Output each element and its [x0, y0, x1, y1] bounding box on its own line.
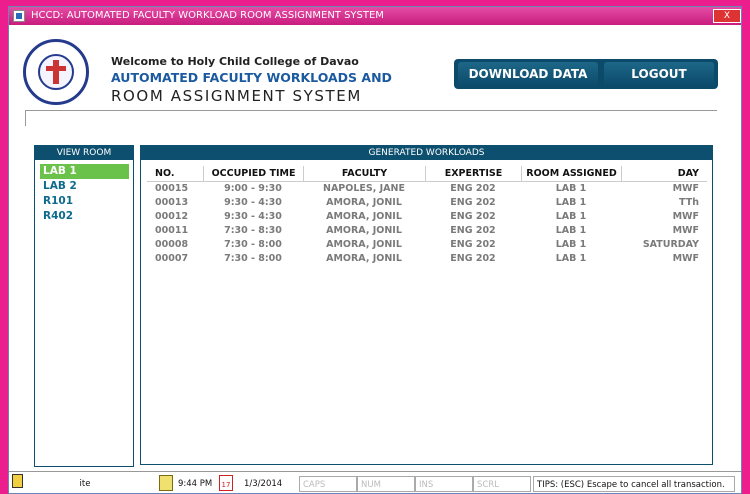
- cell-no: 00008: [155, 239, 189, 250]
- workloads-table: NO. OCCUPIED TIME FACULTY EXPERTISE ROOM…: [147, 166, 707, 266]
- cell-expertise: ENG 202: [450, 183, 496, 194]
- view-room-panel: VIEW ROOM LAB 1 LAB 2 R101 R402: [34, 145, 134, 467]
- cell-room-assigned: LAB 1: [555, 239, 587, 250]
- cell-expertise: ENG 202: [450, 253, 496, 264]
- status-date: 1/3/2014: [244, 479, 283, 489]
- view-room-title: VIEW ROOM: [35, 146, 133, 160]
- title-bar[interactable]: HCCD: AUTOMATED FACULTY WORKLOAD ROOM AS…: [9, 7, 741, 25]
- status-caps: CAPS: [299, 476, 357, 492]
- download-data-button[interactable]: DOWNLOAD DATA: [458, 62, 598, 86]
- header-button-group: DOWNLOAD DATA LOGOUT: [454, 59, 718, 89]
- column-header-day[interactable]: DAY: [621, 166, 707, 181]
- status-ins: INS: [415, 476, 473, 492]
- room-list: LAB 1 LAB 2 R101 R402: [35, 160, 133, 224]
- status-bar: ite 9:44 PM 17 1/3/2014 CAPS NUM INS SCR…: [9, 471, 741, 493]
- column-header-occupied-time[interactable]: OCCUPIED TIME: [203, 166, 303, 181]
- cell-occupied-time: 9:30 - 4:30: [224, 211, 282, 222]
- system-title-line1: AUTOMATED FACULTY WORKLOADS AND: [111, 70, 392, 85]
- clock-icon: [159, 475, 173, 491]
- generated-workloads-panel: GENERATED WORKLOADS NO. OCCUPIED TIME FA…: [140, 145, 713, 465]
- calendar-icon: 17: [219, 475, 233, 491]
- cell-no: 00011: [155, 225, 189, 236]
- table-row[interactable]: 00007 7:30 - 8:00 AMORA, JONIL ENG 202 L…: [147, 252, 707, 266]
- cell-expertise: ENG 202: [450, 211, 496, 222]
- cell-day: MWF: [672, 211, 699, 222]
- cell-no: 00007: [155, 253, 189, 264]
- column-header-no[interactable]: NO.: [147, 166, 203, 181]
- cell-occupied-time: 7:30 - 8:30: [224, 225, 282, 236]
- cell-expertise: ENG 202: [450, 197, 496, 208]
- workloads-title: GENERATED WORKLOADS: [141, 146, 712, 160]
- logout-button[interactable]: LOGOUT: [604, 62, 714, 86]
- cell-day: MWF: [672, 253, 699, 264]
- header-divider: [25, 110, 717, 111]
- logo-cross-bar: [46, 66, 66, 71]
- cell-expertise: ENG 202: [450, 239, 496, 250]
- status-num: NUM: [357, 476, 415, 492]
- table-row[interactable]: 00012 9:30 - 4:30 AMORA, JONIL ENG 202 L…: [147, 210, 707, 224]
- table-row[interactable]: 00015 9:00 - 9:30 NAPOLES, JANE ENG 202 …: [147, 182, 707, 196]
- cell-room-assigned: LAB 1: [555, 197, 587, 208]
- college-logo: [23, 39, 89, 105]
- cell-faculty: AMORA, JONIL: [326, 211, 402, 222]
- system-title-line2: ROOM ASSIGNMENT SYSTEM: [111, 87, 362, 105]
- welcome-text: Welcome to Holy Child College of Davao: [111, 55, 359, 68]
- status-user: ite: [79, 479, 91, 489]
- cell-expertise: ENG 202: [450, 225, 496, 236]
- cell-faculty: AMORA, JONIL: [326, 225, 402, 236]
- taskbar-app-icon[interactable]: [12, 474, 23, 488]
- room-item-r402[interactable]: R402: [40, 209, 129, 224]
- cell-no: 00012: [155, 211, 189, 222]
- cell-faculty: AMORA, JONIL: [326, 239, 402, 250]
- header: Welcome to Holy Child College of Davao A…: [9, 25, 741, 111]
- cell-no: 00015: [155, 183, 189, 194]
- logo-cross-icon: [53, 60, 59, 84]
- cell-occupied-time: 7:30 - 8:00: [224, 253, 282, 264]
- cell-no: 00013: [155, 197, 189, 208]
- status-scrl: SCRL: [473, 476, 531, 492]
- table-header-row: NO. OCCUPIED TIME FACULTY EXPERTISE ROOM…: [147, 166, 707, 182]
- cell-faculty: NAPOLES, JANE: [323, 183, 405, 194]
- cell-day: TTh: [679, 197, 699, 208]
- cell-room-assigned: LAB 1: [555, 183, 587, 194]
- cell-day: MWF: [672, 183, 699, 194]
- window-title: HCCD: AUTOMATED FACULTY WORKLOAD ROOM AS…: [31, 10, 384, 21]
- status-tips: TIPS: (ESC) Escape to cancel all transac…: [533, 476, 735, 492]
- room-item-r101[interactable]: R101: [40, 194, 129, 209]
- cell-room-assigned: LAB 1: [555, 211, 587, 222]
- table-row[interactable]: 00011 7:30 - 8:30 AMORA, JONIL ENG 202 L…: [147, 224, 707, 238]
- status-time: 9:44 PM: [178, 479, 213, 489]
- table-row[interactable]: 00008 7:30 - 8:00 AMORA, JONIL ENG 202 L…: [147, 238, 707, 252]
- room-item-lab1[interactable]: LAB 1: [40, 164, 129, 179]
- cell-occupied-time: 7:30 - 8:00: [224, 239, 282, 250]
- cell-occupied-time: 9:30 - 4:30: [224, 197, 282, 208]
- app-icon: [13, 10, 25, 22]
- cell-day: MWF: [672, 225, 699, 236]
- app-window: HCCD: AUTOMATED FACULTY WORKLOAD ROOM AS…: [8, 6, 742, 494]
- cell-room-assigned: LAB 1: [555, 253, 587, 264]
- table-row[interactable]: 00013 9:30 - 4:30 AMORA, JONIL ENG 202 L…: [147, 196, 707, 210]
- room-item-lab2[interactable]: LAB 2: [40, 179, 129, 194]
- cell-room-assigned: LAB 1: [555, 225, 587, 236]
- cell-day: SATURDAY: [642, 239, 699, 250]
- cell-faculty: AMORA, JONIL: [326, 197, 402, 208]
- cell-faculty: AMORA, JONIL: [326, 253, 402, 264]
- cell-occupied-time: 9:00 - 9:30: [224, 183, 282, 194]
- header-divider-vertical: [25, 110, 26, 126]
- column-header-expertise[interactable]: EXPERTISE: [425, 166, 521, 181]
- column-header-room-assigned[interactable]: ROOM ASSIGNED: [521, 166, 621, 181]
- column-header-faculty[interactable]: FACULTY: [303, 166, 425, 181]
- close-button[interactable]: X: [713, 9, 741, 23]
